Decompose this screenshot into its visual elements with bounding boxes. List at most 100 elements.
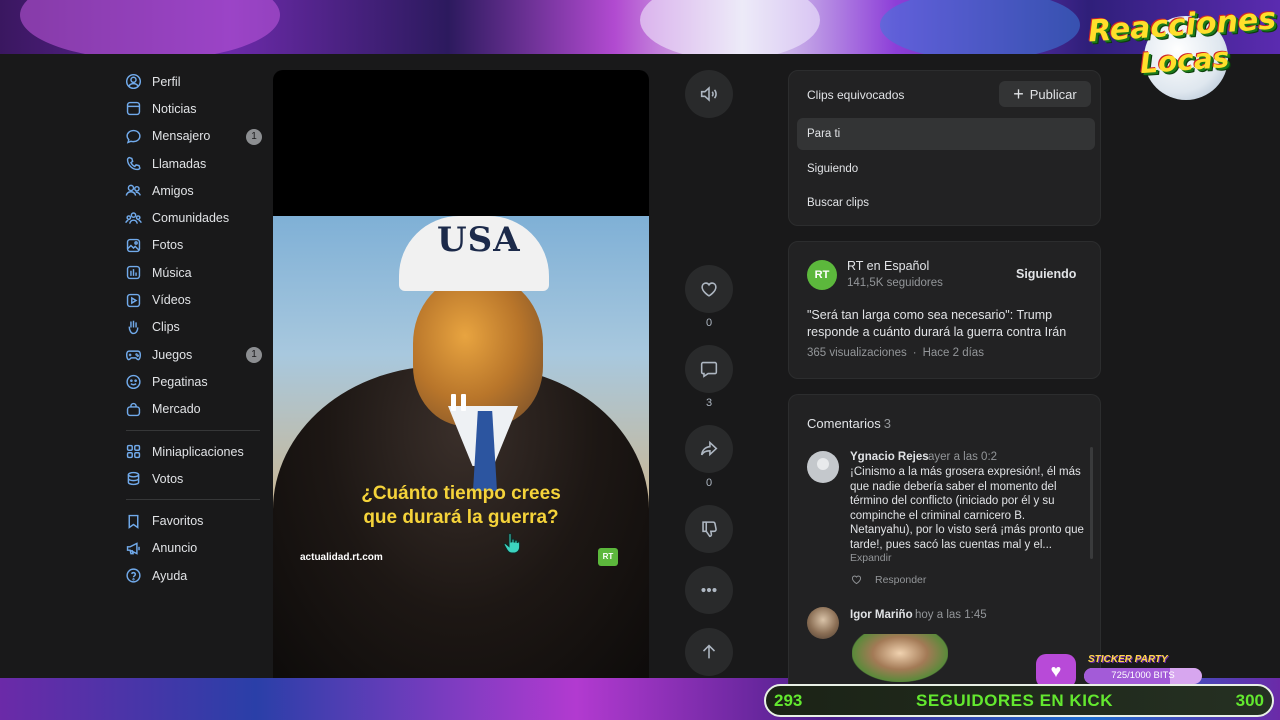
chat-bubble-icon bbox=[124, 127, 142, 145]
sidebar-item-videos[interactable]: Vídeos bbox=[124, 286, 264, 313]
comments-scrollbar[interactable] bbox=[1090, 447, 1093, 559]
goal-label: SEGUIDORES EN KICK bbox=[916, 691, 1113, 710]
channel-name[interactable]: RT en Español bbox=[847, 259, 929, 273]
comment-author[interactable]: Igor Mariño bbox=[850, 609, 913, 621]
sidebar-item-label: Juegos bbox=[152, 347, 193, 362]
pause-icon[interactable] bbox=[451, 394, 466, 411]
channel-followers: 141,5K seguidores bbox=[847, 277, 943, 289]
comment-time: ayer a las 0:2 bbox=[928, 451, 998, 463]
share-count: 0 bbox=[705, 477, 713, 489]
sidebar-item-fotos[interactable]: Fotos bbox=[124, 232, 264, 259]
reply-link[interactable]: Responder bbox=[875, 574, 926, 586]
heart-icon[interactable] bbox=[850, 573, 863, 586]
following-button[interactable]: Siguiendo bbox=[1016, 267, 1076, 281]
unread-count-badge: 1 bbox=[246, 346, 262, 363]
sidebar-item-label: Llamadas bbox=[152, 156, 207, 171]
hat-text: USA bbox=[437, 220, 521, 260]
user-circle-icon bbox=[124, 73, 142, 91]
comment-author[interactable]: Ygnacio Rejes bbox=[850, 451, 929, 463]
avatar[interactable] bbox=[807, 451, 839, 483]
volume-icon bbox=[700, 86, 717, 102]
shopping-bag-icon bbox=[124, 400, 142, 418]
channel-avatar[interactable]: RT bbox=[807, 260, 837, 290]
sidebar-item-label: Fotos bbox=[152, 238, 184, 253]
share-button[interactable] bbox=[685, 425, 733, 473]
overlay-swirl bbox=[20, 0, 280, 54]
comment-actions: Responder bbox=[850, 573, 926, 586]
sidebar-item-anuncio[interactable]: Anuncio bbox=[124, 535, 264, 562]
comment-button[interactable] bbox=[685, 345, 733, 393]
goal-target: 300 bbox=[1235, 691, 1264, 710]
caption-line: ¿Cuánto tiempo crees bbox=[361, 483, 561, 504]
megaphone-icon bbox=[124, 539, 142, 557]
overlay-swirl bbox=[880, 0, 1080, 54]
overlay-swirl bbox=[640, 0, 820, 54]
sidebar-item-votos[interactable]: Votos bbox=[124, 465, 264, 492]
comment-count: 3 bbox=[705, 397, 713, 409]
phone-icon bbox=[124, 155, 142, 173]
clip-description: "Será tan larga como sea necesario": Tru… bbox=[807, 308, 1067, 339]
sidebar-item-comunidades[interactable]: Comunidades bbox=[124, 204, 264, 231]
video-caption: ¿Cuánto tiempo crees que durará la guerr… bbox=[273, 482, 649, 530]
volume-button[interactable] bbox=[685, 70, 733, 118]
sidebar-item-label: Clips bbox=[152, 320, 180, 335]
bits-progress-text: 725/1000 BITS bbox=[1111, 670, 1175, 681]
sidebar-item-juegos[interactable]: Juegos 1 bbox=[124, 341, 264, 368]
publish-button[interactable]: + Publicar bbox=[999, 81, 1091, 107]
clip-meta: 365 visualizaciones · Hace 2 días bbox=[807, 347, 984, 359]
unread-count-badge: 1 bbox=[246, 128, 262, 145]
video-frame: USA bbox=[273, 216, 649, 678]
sidebar-item-perfil[interactable]: Perfil bbox=[124, 68, 264, 95]
video-figure-face bbox=[413, 276, 543, 426]
plus-icon: + bbox=[1013, 84, 1024, 104]
caption-line: que durará la guerra? bbox=[363, 507, 559, 528]
comment-icon bbox=[700, 361, 718, 378]
expand-comment-link[interactable]: Expandir bbox=[850, 552, 891, 564]
sidebar-item-label: Mercado bbox=[152, 402, 201, 417]
clips-menu-siguiendo[interactable]: Siguiendo bbox=[797, 153, 1095, 185]
sidebar-item-noticias[interactable]: Noticias bbox=[124, 95, 264, 122]
clip-author-card: RT RT en Español 141,5K seguidores Sigui… bbox=[788, 241, 1101, 379]
bits-progress-bar: 725/1000 BITS bbox=[1084, 668, 1202, 684]
like-button[interactable] bbox=[685, 265, 733, 313]
music-icon bbox=[124, 264, 142, 282]
follower-goal-bar: 293 SEGUIDORES EN KICK 300 bbox=[764, 684, 1274, 717]
sidebar-item-label: Mensajero bbox=[152, 129, 211, 144]
sidebar-divider bbox=[126, 429, 260, 431]
more-options-button[interactable] bbox=[685, 566, 733, 614]
clips-menu-buscar-clips[interactable]: Buscar clips bbox=[797, 187, 1095, 219]
more-dots-icon bbox=[701, 587, 717, 593]
previous-clip-button[interactable] bbox=[685, 628, 733, 676]
sidebar-item-label: Noticias bbox=[152, 101, 197, 116]
avatar[interactable] bbox=[807, 607, 839, 639]
friends-icon bbox=[124, 182, 142, 200]
communities-icon bbox=[124, 209, 142, 227]
sidebar-item-ayuda[interactable]: Ayuda bbox=[124, 562, 264, 589]
sidebar-item-label: Vídeos bbox=[152, 293, 191, 308]
newspaper-icon bbox=[124, 100, 142, 118]
sidebar-item-musica[interactable]: Música bbox=[124, 259, 264, 286]
sidebar-item-mercado[interactable]: Mercado bbox=[124, 396, 264, 423]
rt-logo-badge: RT bbox=[598, 548, 618, 566]
sidebar-item-label: Música bbox=[152, 265, 192, 280]
sidebar-item-pegatinas[interactable]: Pegatinas bbox=[124, 368, 264, 395]
goal-current: 293 bbox=[774, 691, 803, 710]
clips-menu-title: Clips equivocados bbox=[807, 88, 905, 102]
photo-icon bbox=[124, 236, 142, 254]
left-sidebar: Perfil Noticias Mensajero 1 Llamadas Ami… bbox=[124, 68, 264, 589]
sidebar-item-favoritos[interactable]: Favoritos bbox=[124, 507, 264, 534]
comments-count: 3 bbox=[883, 416, 891, 431]
apps-grid-icon bbox=[124, 443, 142, 461]
help-circle-icon bbox=[124, 567, 142, 585]
gamepad-icon bbox=[124, 346, 142, 364]
dislike-button[interactable] bbox=[685, 505, 733, 553]
sticker-party-widget: ♥ STICKER PARTY 725/1000 BITS bbox=[1036, 654, 1216, 688]
sidebar-item-llamadas[interactable]: Llamadas bbox=[124, 150, 264, 177]
sidebar-item-mensajero[interactable]: Mensajero 1 bbox=[124, 123, 264, 150]
sidebar-item-miniaplicaciones[interactable]: Miniaplicaciones bbox=[124, 438, 264, 465]
heart-gift-icon: ♥ bbox=[1036, 654, 1076, 688]
clip-video-player[interactable]: USA ¿Cuánto tiempo crees que durará la g… bbox=[273, 70, 649, 678]
sidebar-item-clips[interactable]: Clips bbox=[124, 314, 264, 341]
sidebar-item-amigos[interactable]: Amigos bbox=[124, 177, 264, 204]
clips-menu-para-ti[interactable]: Para ti bbox=[797, 118, 1095, 150]
